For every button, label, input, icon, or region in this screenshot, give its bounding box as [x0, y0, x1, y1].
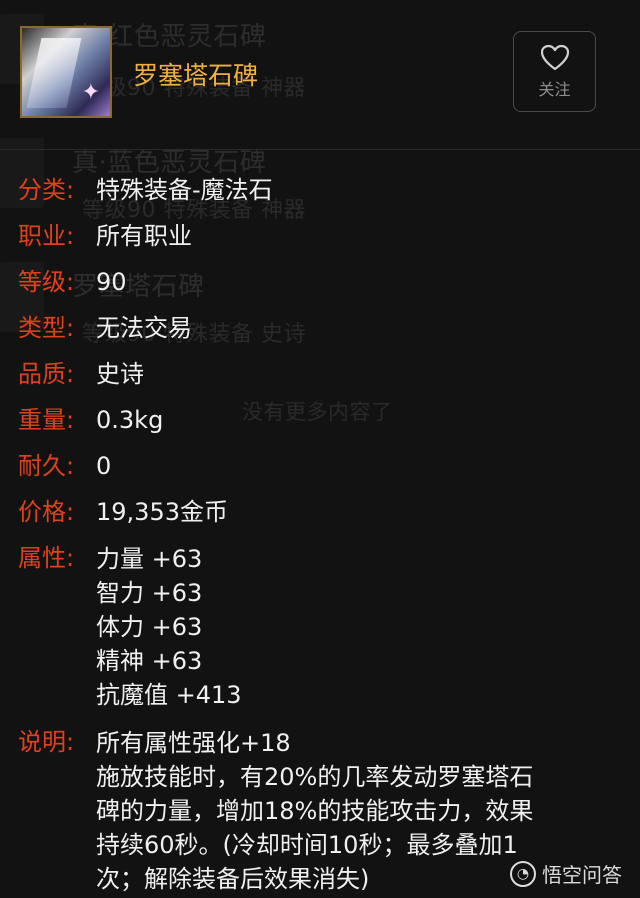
attr-value: 19,353金币	[96, 498, 228, 526]
stat-line: 智力 +63	[96, 579, 203, 607]
attr-row-durability: 耐久: 0	[18, 450, 628, 482]
attr-label: 耐久:	[18, 452, 75, 480]
attr-value: 所有职业	[96, 222, 192, 250]
attr-value: 90	[96, 268, 127, 296]
attr-row-weight: 重量: 0.3kg	[18, 404, 628, 436]
description-line: 施放技能时，有20%的几率发动罗塞塔石	[96, 763, 534, 791]
attr-value: 特殊装备-魔法石	[96, 176, 273, 204]
description-line: 碑的力量，增加18%的技能攻击力，效果	[96, 797, 534, 825]
watermark-text: 悟空问答	[542, 863, 622, 887]
description-line: 次；解除装备后效果消失)	[96, 865, 370, 893]
stat-line: 力量 +63	[96, 545, 203, 573]
attr-row-type: 类型: 无法交易	[18, 312, 628, 344]
follow-button[interactable]: 关注	[513, 31, 596, 112]
attr-label: 价格:	[18, 498, 75, 526]
attr-row-stats: 属性: 力量 +63 智力 +63 体力 +63 精神 +63 抗魔值 +413	[18, 542, 628, 712]
stat-line: 精神 +63	[96, 647, 203, 675]
attr-row-quality: 品质: 史诗	[18, 358, 628, 390]
item-name: 罗塞塔石碑	[133, 61, 259, 90]
follow-label: 关注	[538, 79, 571, 99]
attr-row-level: 等级: 90	[18, 266, 628, 298]
attr-label: 类型:	[18, 314, 75, 342]
stats-lines: 力量 +63 智力 +63 体力 +63 精神 +63 抗魔值 +413	[96, 542, 242, 712]
attr-label: 说明:	[18, 728, 75, 756]
attr-label: 重量:	[18, 406, 75, 434]
attr-label: 属性:	[18, 544, 75, 572]
stat-line: 抗魔值 +413	[96, 681, 242, 709]
attr-row-category: 分类: 特殊装备-魔法石	[18, 174, 628, 206]
attr-value: 0	[96, 452, 112, 480]
attr-label: 等级:	[18, 268, 75, 296]
attr-value: 无法交易	[96, 314, 192, 342]
description-lines: 所有属性强化+18 施放技能时，有20%的几率发动罗塞塔石 碑的力量，增加18%…	[96, 726, 533, 896]
attr-label: 品质:	[18, 360, 75, 388]
attr-value: 0.3kg	[96, 406, 164, 434]
attr-row-price: 价格: 19,353金币	[18, 496, 628, 528]
item-stone-icon: ✦	[20, 26, 112, 118]
item-header: ✦ 罗塞塔石碑 关注	[0, 0, 640, 150]
attr-label: 职业:	[18, 222, 75, 250]
attribute-list: 分类: 特殊装备-魔法石 职业: 所有职业 等级: 90 类型: 无法交易 品质…	[18, 174, 628, 898]
description-line: 所有属性强化+18	[96, 729, 291, 757]
stat-line: 体力 +63	[96, 613, 203, 641]
attr-value: 史诗	[96, 360, 144, 388]
heart-icon	[540, 44, 569, 70]
header-divider	[0, 149, 640, 150]
description-line: 持续60秒。(冷却时间10秒；最多叠加1	[96, 831, 518, 859]
attr-label: 分类:	[18, 176, 75, 204]
wukong-logo-icon: ◔	[510, 860, 536, 887]
attr-row-job: 职业: 所有职业	[18, 220, 628, 252]
watermark: ◔ 悟空问答	[510, 859, 622, 888]
